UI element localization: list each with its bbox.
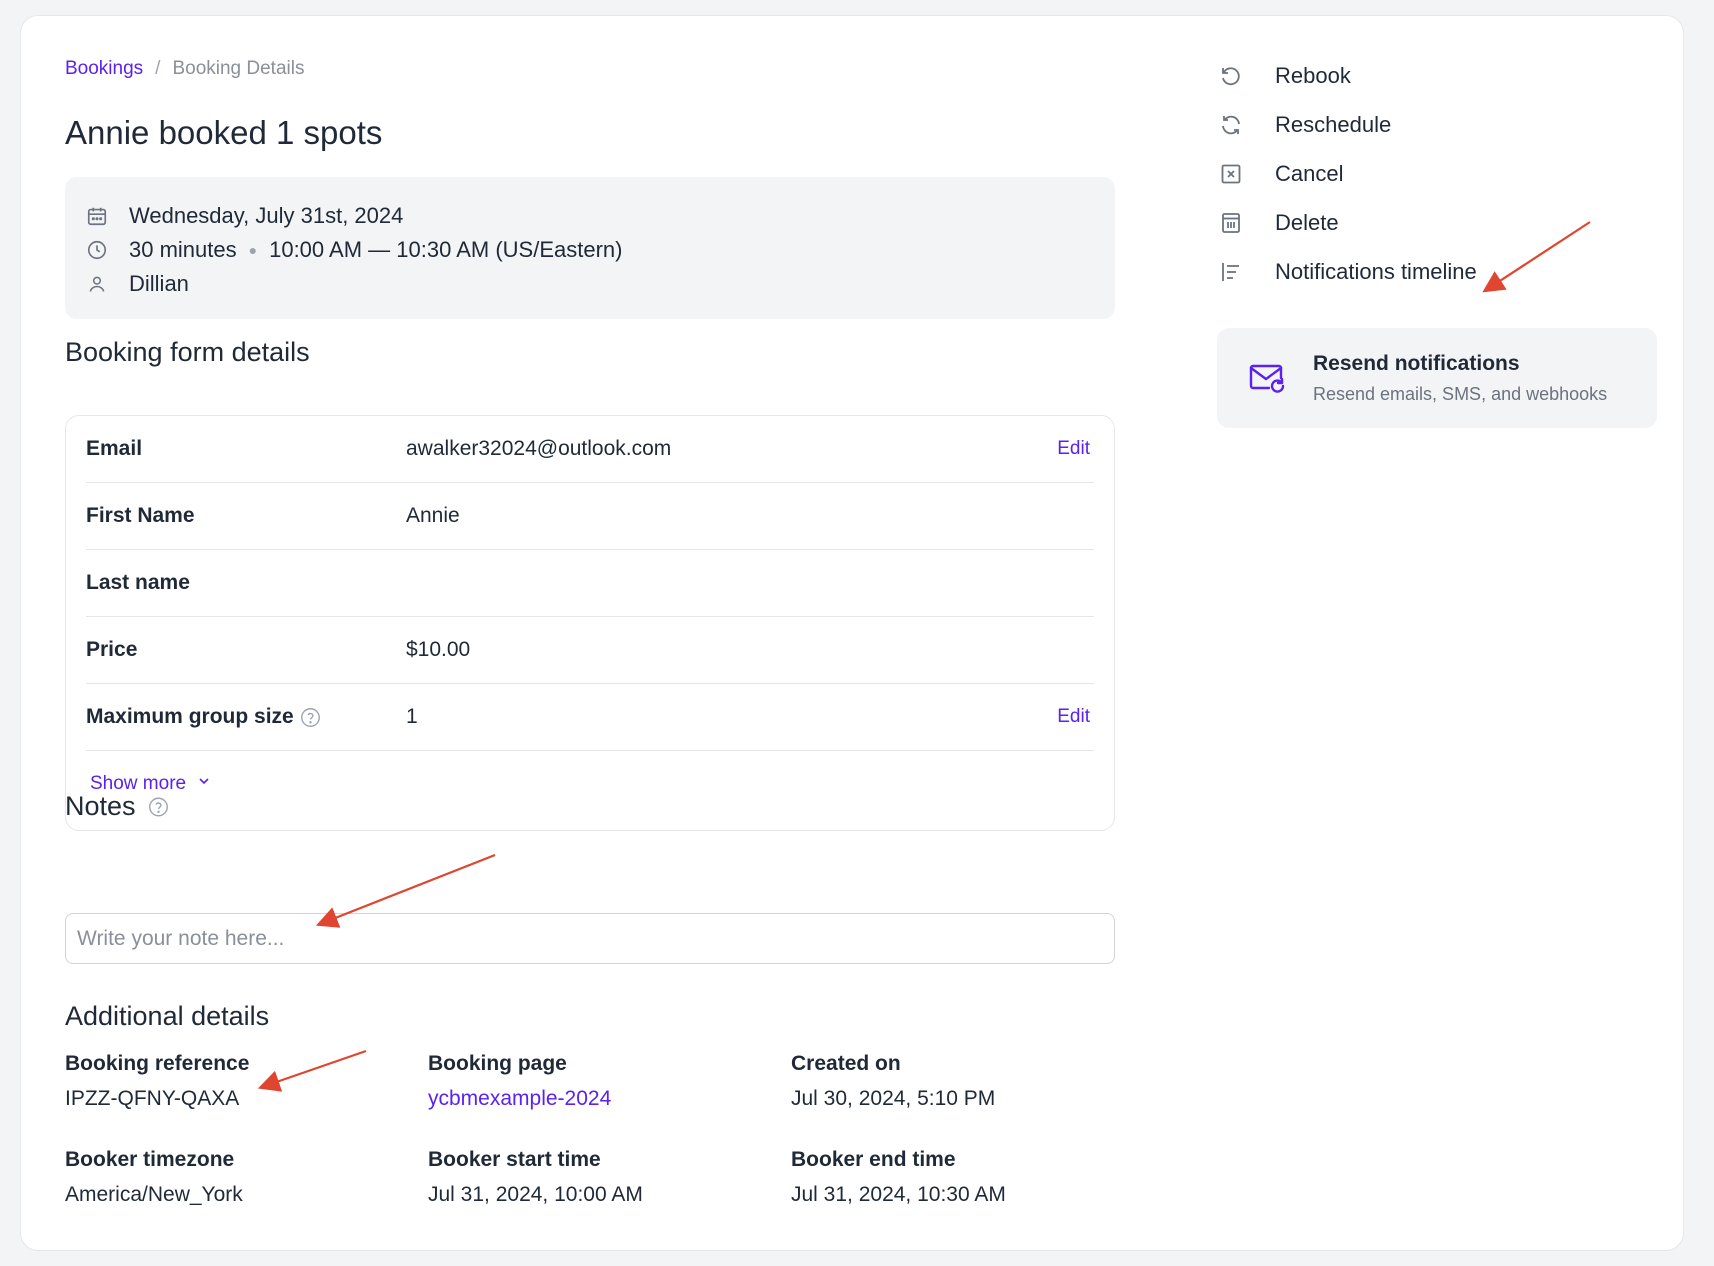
detail-value: America/New_York: [65, 1183, 243, 1206]
clock-icon: [85, 238, 109, 262]
action-label: Delete: [1275, 210, 1339, 235]
detail-label: Booker start time: [428, 1148, 601, 1171]
mail-resend-icon: [1247, 358, 1287, 398]
user-icon: [85, 272, 109, 296]
separator-dot: ●: [248, 242, 258, 258]
summary-time-range: 10:00 AM — 10:30 AM (US/Eastern): [269, 237, 623, 262]
help-icon[interactable]: [148, 796, 169, 817]
form-row-label-wrap: Maximum group size: [86, 705, 406, 729]
detail-booker-end-time: Booker end time Jul 31, 2024, 10:30 AM: [791, 1148, 1131, 1207]
form-row-first-name: First Name Annie: [86, 483, 1094, 550]
form-row-value: 1: [406, 705, 418, 728]
help-icon[interactable]: [300, 707, 321, 728]
form-row-value: Annie: [406, 504, 460, 527]
chevron-down-icon: [196, 773, 212, 795]
form-row-label: First Name: [86, 504, 195, 527]
summary-time-row: 30 minutes ● 10:00 AM — 10:30 AM (US/Eas…: [85, 233, 1095, 267]
detail-label: Booking page: [428, 1052, 567, 1075]
booking-form-table: Email awalker32024@outlook.com Edit Firs…: [65, 415, 1115, 831]
additional-details-title: Additional details: [65, 1001, 270, 1031]
detail-value: Jul 31, 2024, 10:30 AM: [791, 1183, 1006, 1206]
cancel-icon: [1217, 160, 1245, 188]
booking-details-card: Bookings / Booking Details Annie booked …: [20, 15, 1684, 1251]
detail-value: Jul 31, 2024, 10:00 AM: [428, 1183, 643, 1206]
detail-label: Booker end time: [791, 1148, 956, 1171]
trash-icon: [1217, 209, 1245, 237]
summary-date: Wednesday, July 31st, 2024: [129, 203, 404, 228]
notes-title: Notes: [65, 791, 136, 821]
form-row-label: Email: [86, 437, 143, 460]
resend-title: Resend notifications: [1313, 351, 1520, 375]
detail-booking-page: Booking page ycbmexample-2024: [428, 1052, 768, 1111]
detail-value: IPZZ-QFNY-QAXA: [65, 1087, 240, 1110]
detail-label: Booker timezone: [65, 1148, 235, 1171]
detail-booker-timezone: Booker timezone America/New_York: [65, 1148, 405, 1207]
action-label: Reschedule: [1275, 112, 1392, 137]
breadcrumb: Bookings / Booking Details: [65, 58, 304, 80]
breadcrumb-bookings-link[interactable]: Bookings: [65, 58, 143, 80]
resend-notifications-button[interactable]: Resend notifications Resend emails, SMS,…: [1217, 328, 1657, 428]
breadcrumb-separator: /: [155, 58, 161, 79]
detail-label: Booking reference: [65, 1052, 250, 1075]
form-row-label: Maximum group size: [86, 705, 294, 728]
edit-email-button[interactable]: Edit: [1057, 438, 1090, 460]
rebook-button[interactable]: Rebook: [1217, 56, 1351, 96]
cancel-button[interactable]: Cancel: [1217, 154, 1343, 194]
summary-person: Dillian: [129, 271, 189, 296]
form-row-label: Last name: [86, 571, 190, 594]
timeline-icon: [1217, 258, 1245, 286]
reschedule-icon: [1217, 111, 1245, 139]
form-row-email: Email awalker32024@outlook.com Edit: [86, 416, 1094, 483]
edit-group-size-button[interactable]: Edit: [1057, 706, 1090, 728]
detail-value: Jul 30, 2024, 5:10 PM: [791, 1087, 996, 1110]
form-row-last-name: Last name: [86, 550, 1094, 617]
action-label: Rebook: [1275, 63, 1351, 88]
page-title: Annie booked 1 spots: [65, 114, 383, 151]
notes-header: Notes: [65, 791, 169, 822]
calendar-icon: [85, 204, 109, 228]
form-row-value: awalker32024@outlook.com: [406, 437, 672, 460]
action-label: Cancel: [1275, 161, 1344, 186]
summary-date-row: Wednesday, July 31st, 2024: [85, 199, 1095, 233]
delete-button[interactable]: Delete: [1217, 203, 1339, 243]
form-row-value: $10.00: [406, 638, 471, 661]
detail-created-on: Created on Jul 30, 2024, 5:10 PM: [791, 1052, 1131, 1111]
notifications-timeline-button[interactable]: Notifications timeline: [1217, 252, 1477, 292]
rebook-icon: [1217, 62, 1245, 90]
booking-summary: Wednesday, July 31st, 2024 30 minutes ● …: [65, 177, 1115, 319]
booking-page-link[interactable]: ycbmexample-2024: [428, 1087, 768, 1111]
resend-text: Resend notifications Resend emails, SMS,…: [1313, 352, 1607, 405]
notes-input[interactable]: [65, 913, 1115, 964]
action-label: Notifications timeline: [1275, 259, 1477, 284]
form-row-price: Price $10.00: [86, 617, 1094, 684]
breadcrumb-current: Booking Details: [172, 58, 305, 79]
detail-booker-start-time: Booker start time Jul 31, 2024, 10:00 AM: [428, 1148, 768, 1207]
summary-duration: 30 minutes: [129, 237, 237, 262]
form-row-max-group-size: Maximum group size 1 Edit: [86, 684, 1094, 751]
detail-label: Created on: [791, 1052, 901, 1075]
summary-person-row: Dillian: [85, 267, 1095, 301]
booking-form-details-title: Booking form details: [65, 337, 310, 367]
show-more-button[interactable]: Show more: [86, 751, 1094, 817]
resend-subtitle: Resend emails, SMS, and webhooks: [1313, 383, 1608, 404]
detail-booking-reference: Booking reference IPZZ-QFNY-QAXA: [65, 1052, 405, 1111]
form-row-label: Price: [86, 638, 138, 661]
reschedule-button[interactable]: Reschedule: [1217, 105, 1391, 145]
